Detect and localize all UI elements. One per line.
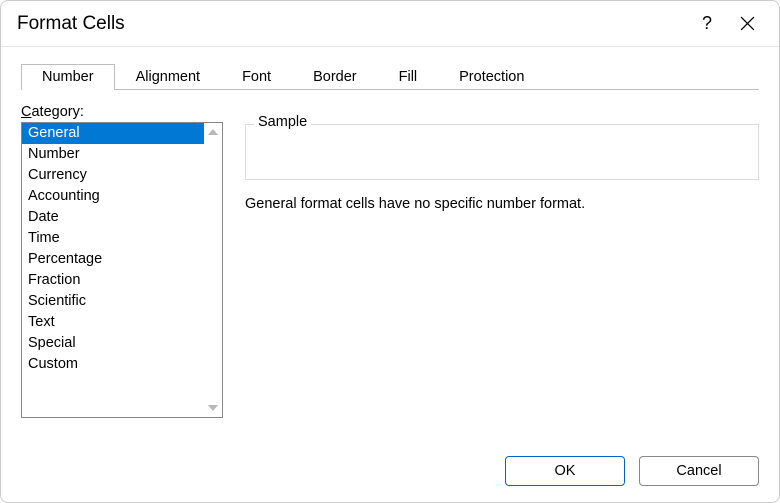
- tab-alignment[interactable]: Alignment: [115, 64, 221, 90]
- tab-font[interactable]: Font: [221, 64, 292, 90]
- cancel-button[interactable]: Cancel: [639, 456, 759, 486]
- sample-legend: Sample: [254, 114, 311, 130]
- category-label: Category:: [21, 104, 223, 120]
- tab-content: Category: General Number Currency Accoun…: [1, 90, 779, 418]
- close-button[interactable]: [727, 16, 767, 31]
- category-section: Category: General Number Currency Accoun…: [21, 104, 223, 418]
- list-item[interactable]: Date: [22, 207, 204, 228]
- help-button[interactable]: ?: [687, 13, 727, 34]
- chevron-down-icon: [208, 405, 218, 411]
- list-item[interactable]: General: [22, 123, 204, 144]
- scroll-down-button[interactable]: [206, 401, 220, 415]
- tab-strip: Number Alignment Font Border Fill Protec…: [1, 47, 779, 89]
- chevron-up-icon: [208, 129, 218, 135]
- category-listbox[interactable]: General Number Currency Accounting Date …: [21, 122, 223, 418]
- list-item[interactable]: Currency: [22, 165, 204, 186]
- list-item[interactable]: Scientific: [22, 291, 204, 312]
- list-item[interactable]: Time: [22, 228, 204, 249]
- tab-border[interactable]: Border: [292, 64, 378, 90]
- ok-button[interactable]: OK: [505, 456, 625, 486]
- list-item[interactable]: Percentage: [22, 249, 204, 270]
- list-item[interactable]: Text: [22, 312, 204, 333]
- button-row: OK Cancel: [505, 456, 759, 486]
- tab-protection[interactable]: Protection: [438, 64, 545, 90]
- list-item[interactable]: Accounting: [22, 186, 204, 207]
- scroll-up-button[interactable]: [206, 125, 220, 139]
- format-cells-dialog: Format Cells ? Number Alignment Font Bor…: [0, 0, 780, 503]
- category-list-items: General Number Currency Accounting Date …: [22, 123, 204, 417]
- list-item[interactable]: Special: [22, 333, 204, 354]
- list-item[interactable]: Custom: [22, 354, 204, 375]
- sample-group: Sample: [245, 124, 759, 180]
- list-item[interactable]: Fraction: [22, 270, 204, 291]
- right-panel: Sample General format cells have no spec…: [245, 104, 759, 418]
- tab-fill[interactable]: Fill: [378, 64, 439, 90]
- close-icon: [740, 16, 755, 31]
- list-item[interactable]: Number: [22, 144, 204, 165]
- titlebar: Format Cells ?: [1, 1, 779, 47]
- tab-number[interactable]: Number: [21, 64, 115, 90]
- dialog-title: Format Cells: [17, 13, 687, 35]
- format-description: General format cells have no specific nu…: [245, 194, 759, 214]
